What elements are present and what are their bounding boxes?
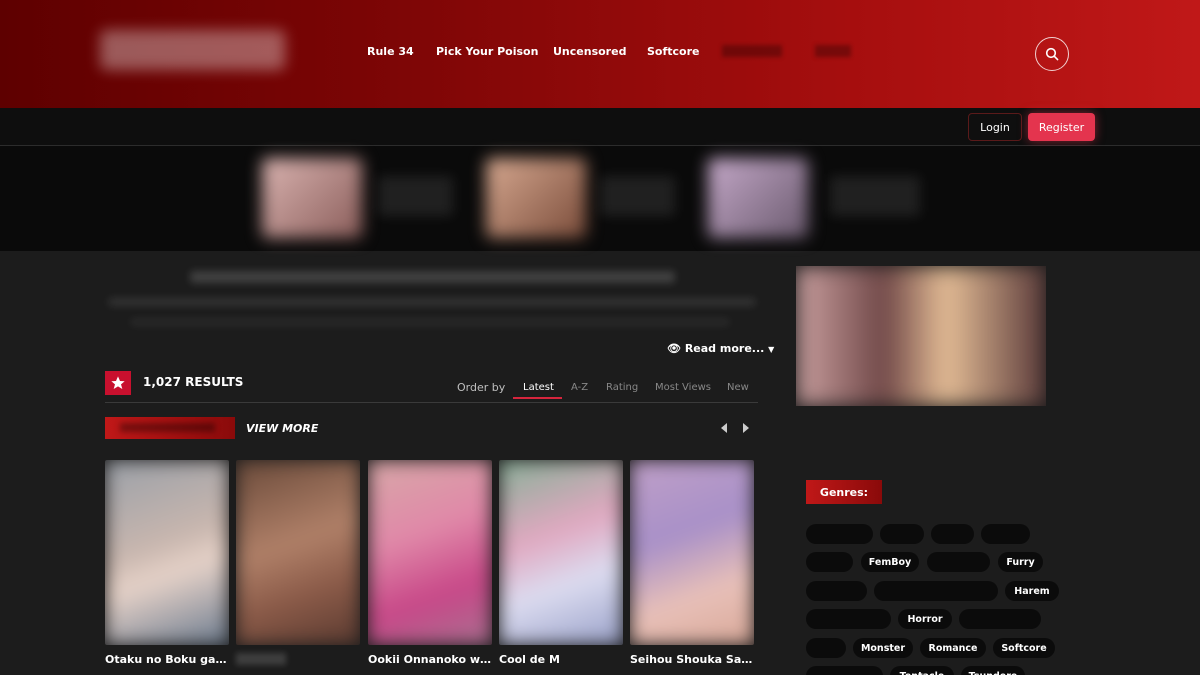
genre-chip-furry[interactable]: Furry [998, 552, 1043, 572]
description-heading [190, 271, 675, 283]
card-title[interactable]: Ookii Onnanoko wa ... [368, 653, 492, 666]
carousel-prev-icon[interactable] [721, 423, 727, 433]
genre-chip[interactable] [927, 552, 990, 572]
series-card[interactable]: Seihou Shouka Sain... [630, 460, 754, 666]
tab-rating[interactable]: Rating [606, 382, 638, 393]
nav-item-hidden-2[interactable] [815, 45, 851, 57]
auth-bar: Login Register [0, 108, 1200, 146]
genre-chip-softcore[interactable]: Softcore [993, 638, 1055, 658]
featured-caption [600, 176, 675, 216]
card-thumbnail[interactable] [499, 460, 623, 645]
description-line [108, 298, 756, 306]
genre-chip[interactable] [959, 609, 1041, 629]
series-card[interactable]: Ookii Onnanoko wa ... [368, 460, 492, 666]
card-title[interactable]: Otaku no Boku ga Ic... [105, 653, 229, 666]
search-icon [1045, 47, 1059, 61]
featured-caption [378, 176, 453, 216]
card-title[interactable]: Cool de M [499, 653, 623, 666]
site-logo[interactable] [100, 30, 285, 70]
genre-chip-horror[interactable]: Horror [898, 609, 952, 629]
read-more-link[interactable]: 👁 Read more... ▼ [667, 342, 774, 355]
nav-item-hidden-1[interactable] [722, 45, 782, 57]
featured-strip [0, 146, 1200, 251]
genre-chip-monster[interactable]: Monster [853, 638, 913, 658]
description-line [130, 318, 730, 326]
nav-item-rule34[interactable]: Rule 34 [367, 45, 414, 58]
series-card[interactable]: Otaku no Boku ga Ic... [105, 460, 229, 666]
search-button[interactable] [1035, 37, 1069, 71]
tab-most-views[interactable]: Most Views [655, 382, 711, 393]
card-thumbnail[interactable] [236, 460, 360, 645]
genre-chip[interactable] [806, 609, 891, 629]
tab-latest[interactable]: Latest [523, 382, 554, 393]
nav-item-pick-your-poison[interactable]: Pick Your Poison [436, 45, 538, 58]
active-tab-indicator [513, 397, 562, 399]
genre-chip-harem[interactable]: Harem [1005, 581, 1059, 601]
genre-chip[interactable] [931, 524, 974, 544]
genre-chip[interactable] [981, 524, 1030, 544]
featured-thumb[interactable] [486, 158, 586, 238]
featured-thumb[interactable] [708, 158, 808, 238]
genre-chip[interactable] [880, 524, 924, 544]
star-icon [111, 376, 125, 389]
section-title-tag [105, 417, 235, 439]
tab-new[interactable]: New [727, 382, 749, 393]
genre-chip-femboy[interactable]: FemBoy [861, 552, 919, 572]
featured-thumb[interactable] [262, 158, 362, 238]
view-more-link[interactable]: VIEW MORE [246, 422, 318, 435]
section-divider [105, 402, 758, 403]
sidebar-banner[interactable] [796, 266, 1046, 406]
genre-chip-tentacle[interactable]: Tentacle [890, 666, 954, 675]
star-badge-icon [105, 371, 131, 395]
genre-chip[interactable] [806, 666, 883, 675]
genre-chip[interactable] [806, 638, 846, 658]
card-title-blurred[interactable] [236, 653, 286, 665]
genres-heading: Genres: [806, 480, 882, 504]
section-title-blurred [120, 423, 215, 432]
register-button[interactable]: Register [1028, 113, 1095, 141]
site-header: Rule 34 Pick Your Poison Uncensored Soft… [0, 0, 1200, 108]
eye-icon: 👁 [667, 342, 681, 355]
nav-item-uncensored[interactable]: Uncensored [553, 45, 626, 58]
genre-chip[interactable] [874, 581, 998, 601]
genre-chip-romance[interactable]: Romance [920, 638, 986, 658]
genre-chip[interactable] [806, 581, 867, 601]
card-thumbnail[interactable] [368, 460, 492, 645]
carousel-next-icon[interactable] [743, 423, 749, 433]
login-button[interactable]: Login [968, 113, 1022, 141]
caret-down-icon: ▼ [768, 345, 775, 354]
card-thumbnail[interactable] [105, 460, 229, 645]
order-by-label: Order by [457, 381, 506, 394]
card-thumbnail[interactable] [630, 460, 754, 645]
genre-chip[interactable] [806, 552, 853, 572]
nav-item-softcore[interactable]: Softcore [647, 45, 700, 58]
card-title[interactable]: Seihou Shouka Sain... [630, 653, 754, 666]
featured-caption [830, 176, 920, 216]
results-count: 1,027 RESULTS [143, 375, 244, 389]
series-card[interactable] [236, 460, 360, 665]
genre-chip-tsundere[interactable]: Tsundere [961, 666, 1025, 675]
read-more-label: Read more... [684, 342, 765, 355]
series-card[interactable]: Cool de M [499, 460, 623, 666]
sidebar-banner-image [796, 266, 1046, 406]
genre-chip[interactable] [806, 524, 873, 544]
tab-a-z[interactable]: A-Z [571, 382, 588, 393]
